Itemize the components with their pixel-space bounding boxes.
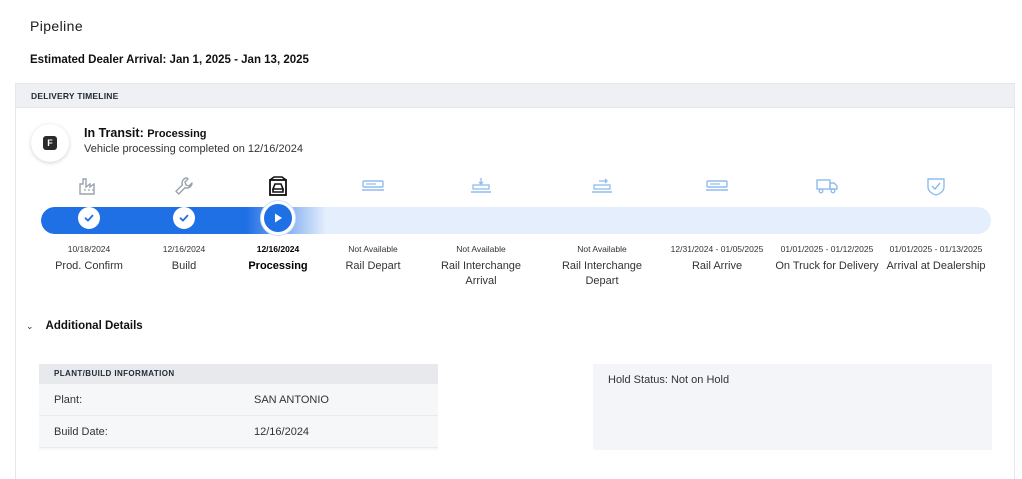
timeline-step: 10/18/2024 Prod. Confirm: [34, 174, 144, 272]
build-date-row: Build Date: 12/16/2024: [39, 416, 438, 448]
timeline-step: 12/31/2024 - 01/05/2025 Rail Arrive: [662, 174, 772, 272]
vehicle-lift-icon: [223, 174, 333, 198]
brand-logo-letter: F: [43, 136, 57, 150]
rail-car-icon: [318, 174, 428, 198]
rail-interchange-depart-icon: [547, 174, 657, 198]
estimated-arrival: Estimated Dealer Arrival: Jan 1, 2025 - …: [30, 54, 309, 66]
check-icon: [173, 207, 195, 229]
panel-header: DELIVERY TIMELINE: [16, 84, 1014, 108]
step-date: Not Available: [348, 244, 398, 254]
step-label: Rail Depart: [345, 260, 401, 272]
step-label: Rail Interchange Arrival: [440, 260, 522, 287]
step-label: Prod. Confirm: [55, 260, 123, 272]
step-date: 12/31/2024 - 01/05/2025: [670, 244, 764, 254]
plant-row: Plant: SAN ANTONIO: [39, 384, 438, 416]
rail-arrive-icon: [662, 174, 772, 198]
plant-card-header: PLANT/BUILD INFORMATION: [39, 364, 438, 384]
step-date: Not Available: [456, 244, 506, 254]
shield-check-icon: [881, 174, 991, 198]
plant-build-card: PLANT/BUILD INFORMATION Plant: SAN ANTON…: [39, 364, 438, 450]
timeline-step: 12/16/2024 Processing: [223, 174, 333, 272]
page-title: Pipeline: [30, 18, 84, 34]
factory-icon: [34, 174, 144, 198]
step-date: 12/16/2024: [256, 244, 300, 254]
step-date: 01/01/2025 - 01/12/2025: [780, 244, 874, 254]
status-title-main: In Transit:: [84, 126, 144, 140]
timeline-step: Not Available Rail Depart: [318, 174, 428, 272]
status-title-sub: Processing: [147, 128, 207, 140]
step-label: Processing: [248, 260, 308, 272]
chevron-down-icon: ⌄: [26, 320, 34, 331]
additional-details-label: Additional Details: [45, 320, 143, 332]
additional-details-toggle[interactable]: ⌄ Additional Details: [26, 320, 143, 332]
step-date: Not Available: [577, 244, 627, 254]
plant-value: SAN ANTONIO: [254, 394, 329, 406]
hold-status-card: Hold Status: Not on Hold: [593, 364, 992, 450]
build-date-value: 12/16/2024: [254, 426, 310, 438]
delivery-timeline-panel: DELIVERY TIMELINE F In Transit: Processi…: [15, 83, 1015, 479]
timeline-step: Not Available Rail Interchange Arrival: [426, 174, 536, 287]
step-label: Rail Arrive: [691, 260, 743, 272]
step-date: 10/18/2024: [67, 244, 111, 254]
hold-status-text: Hold Status: Not on Hold: [608, 374, 730, 386]
timeline-step: 01/01/2025 - 01/13/2025 Arrival at Dealer…: [881, 174, 991, 272]
step-label: Arrival at Dealership: [886, 260, 986, 272]
rail-interchange-arrival-icon: [426, 174, 536, 198]
step-label: On Truck for Delivery: [775, 260, 879, 272]
build-date-key: Build Date:: [54, 426, 108, 438]
timeline-step: 01/01/2025 - 01/12/2025 On Truck for Deli…: [772, 174, 882, 272]
step-label: Rail Interchange Depart: [561, 260, 643, 287]
check-icon: [78, 207, 100, 229]
plant-key: Plant:: [54, 394, 83, 406]
play-icon: [261, 201, 295, 235]
status-description: Vehicle processing completed on 12/16/20…: [84, 143, 303, 155]
truck-icon: [772, 174, 882, 198]
status-title: In Transit: Processing: [84, 126, 207, 140]
timeline-step: Not Available Rail Interchange Depart: [547, 174, 657, 287]
step-date: 01/01/2025 - 01/13/2025: [889, 244, 983, 254]
brand-logo: F: [31, 124, 69, 162]
